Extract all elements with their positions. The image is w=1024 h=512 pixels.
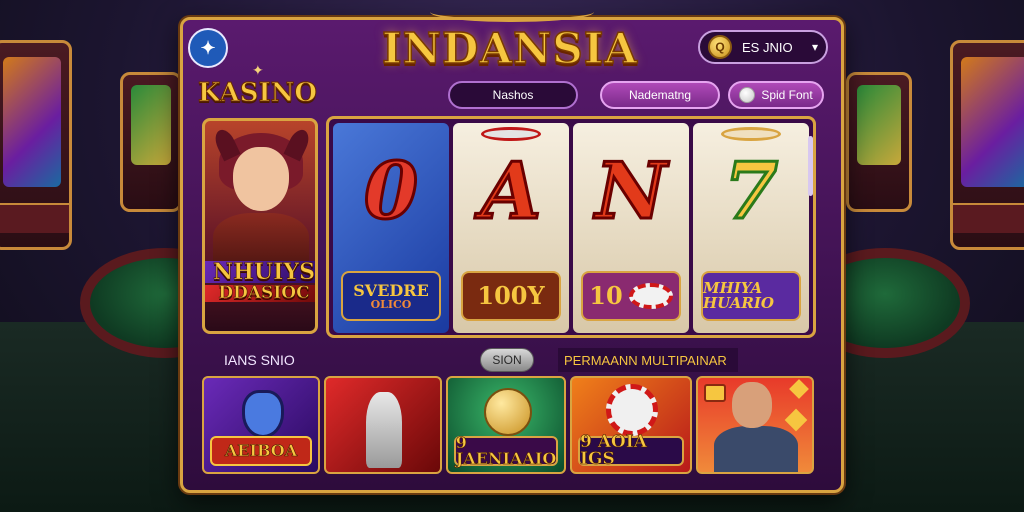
bg-slot-cabinet-left [0, 40, 72, 250]
game-thumb-1[interactable]: AEIBOA [202, 376, 320, 474]
slot-button-label: SION [492, 353, 522, 367]
reel-1-badge: SVEDRE OLICO [341, 271, 441, 321]
reel-3-badge: 10 [581, 271, 681, 321]
chip-icon [739, 87, 756, 103]
reel-1-label: SVEDRE [353, 280, 429, 300]
slot-button[interactable]: SION [480, 348, 534, 372]
game-thumb-2[interactable] [324, 376, 442, 474]
brand-logo: KASINO [197, 78, 318, 109]
nav-pill-3[interactable]: Spid Font [728, 81, 824, 109]
reel-1-symbol: 0 [362, 146, 419, 237]
host-body [714, 426, 798, 472]
poker-chip-icon [481, 127, 541, 141]
currency-selector[interactable]: Q ES JNIO ▾ [698, 30, 828, 64]
page-title: INDANSIA [381, 23, 638, 74]
reel-4-badge: MHIYA HUARIO [701, 271, 801, 321]
game-thumb-4[interactable]: 9 AOIA IGS [570, 376, 692, 474]
gift-icon [704, 384, 726, 402]
coin-icon [784, 408, 808, 432]
reel-4: 7 MHIYA HUARIO [693, 123, 809, 333]
slot-reels[interactable]: 0 SVEDRE OLICO A 100Y N 10 7 MHIYA HUARI… [326, 116, 816, 338]
bg-slot-cabinet-right-2 [846, 72, 912, 212]
sparkle-icon: ✦ [252, 62, 264, 78]
game-thumb-3-label: 9 JAENIAAIO [454, 433, 558, 468]
frame-crest [430, 2, 594, 22]
host-face [732, 382, 772, 428]
reel-4-label: MHIYA HUARIO [703, 279, 774, 312]
chevron-down-icon: ▾ [811, 40, 818, 54]
game-thumb-3[interactable]: 9 JAENIAAIO [446, 376, 566, 474]
game-thumb-5[interactable] [696, 376, 814, 474]
nav-pill-2[interactable]: Nadematng [600, 81, 720, 109]
game-thumb-4-label: 9 AOIA IGS [578, 433, 684, 468]
bg-slot-cabinet-right [950, 40, 1024, 250]
nav-pill-1[interactable]: Nashos [448, 81, 578, 109]
featured-title-line-1: NHUIYS [205, 261, 315, 283]
reel-2: A 100Y [453, 123, 569, 333]
section-label-right: PERMAANN MULTIPAINAR [558, 348, 738, 372]
bg-slot-cabinet-left-2 [120, 72, 182, 212]
logo-button[interactable]: ✦ [188, 28, 228, 68]
currency-label: ES JNIO [742, 39, 793, 55]
reel-3-label: 10 [589, 281, 623, 310]
mask-icon [242, 390, 284, 438]
section-label-left: IANS SNIO [224, 352, 295, 368]
reel-4-symbol: 7 [722, 146, 779, 237]
reel-2-badge: 100Y [461, 271, 561, 321]
game-thumb-1-label: AEIBOA [210, 436, 312, 466]
nav-pill-1-label: Nashos [492, 88, 534, 102]
hero-horn-right [283, 126, 313, 162]
reel-3-symbol: N [594, 146, 668, 237]
nav-pill-3-label: Spid Font [761, 88, 813, 102]
reel-2-symbol: A [479, 146, 543, 237]
horse-icon [366, 392, 402, 468]
hero-face [233, 147, 289, 211]
coin-icon: Q [708, 35, 732, 59]
reel-3: N 10 [573, 123, 689, 333]
reel-1: 0 SVEDRE OLICO [333, 123, 449, 333]
featured-title-line-2: DDASIOC [205, 284, 315, 302]
reel-2-label: 100Y [477, 281, 545, 310]
poker-chip-icon [628, 283, 673, 309]
reel-1-sublabel: OLICO [370, 297, 412, 311]
nav-pill-2-label: Nadematng [628, 88, 692, 102]
featured-game-card[interactable]: NHUIYS DDASIOC [202, 118, 318, 334]
portrait-ring [606, 384, 658, 436]
coin-icon [789, 379, 809, 399]
poker-chip-icon [721, 127, 781, 141]
reels-scrollbar[interactable] [808, 136, 813, 196]
ball-icon [484, 388, 532, 436]
featured-game-title: NHUIYS DDASIOC [205, 261, 315, 302]
wand-icon: ✦ [200, 37, 216, 58]
